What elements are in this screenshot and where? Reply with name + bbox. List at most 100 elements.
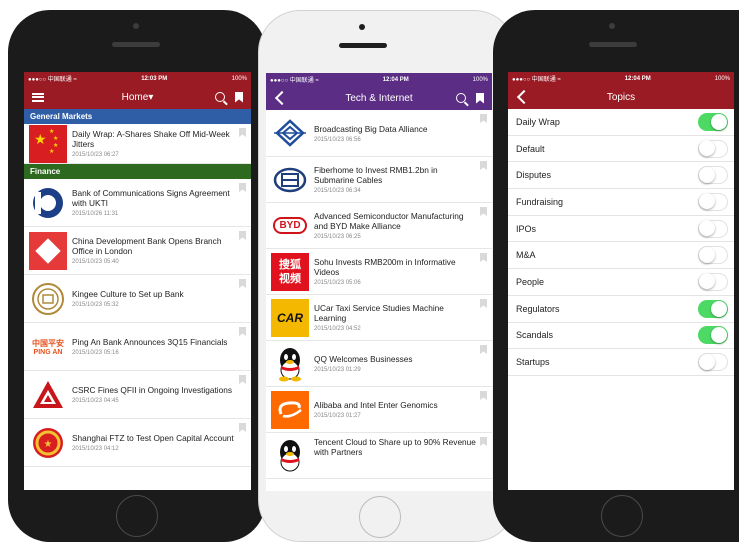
news-date: 2015/10/23 04:52 — [314, 326, 361, 332]
alibaba-logo-icon — [271, 390, 309, 429]
topic-label: Scandals — [516, 330, 554, 341]
topic-row[interactable]: Regulators — [508, 296, 734, 323]
status-bar: ●●●○○ 中国联通 ≈ 12:04 PM 100% — [508, 72, 734, 85]
home-button[interactable] — [601, 495, 643, 537]
news-title: Alibaba and Intel Enter Genomics — [314, 400, 438, 410]
topics-list: Daily Wrap Default Disputes Fundraising … — [508, 109, 734, 376]
list-item[interactable]: Broadcasting Big Data Alliance 2015/10/23… — [266, 110, 492, 157]
list-item[interactable]: CSRC Fines QFII in Ongoing Investigation… — [24, 371, 251, 419]
news-title: Bank of Communications Signs Agreement w… — [72, 188, 230, 208]
topic-row[interactable]: Startups — [508, 349, 734, 376]
page-title: Tech & Internet — [345, 92, 413, 104]
nav-bar: Tech & Internet — [266, 86, 492, 110]
home-button[interactable] — [116, 495, 158, 537]
search-icon[interactable] — [215, 92, 225, 102]
list-item[interactable]: ★ ★ ★ ★ ★ Daily Wrap: A-Shares Shake Off… — [24, 124, 251, 164]
qq-penguin-icon — [271, 345, 309, 383]
page-title: Topics — [606, 91, 636, 103]
news-date: 2015/10/26 11:31 — [72, 211, 119, 217]
toggle-knob — [699, 220, 715, 237]
bookmark-ribbon-icon[interactable] — [480, 391, 487, 400]
topic-toggle[interactable] — [698, 299, 728, 318]
topic-label: Regulators — [516, 303, 560, 314]
bookmark-ribbon-icon[interactable] — [480, 114, 487, 123]
bookmark-ribbon-icon[interactable] — [239, 279, 246, 288]
china-flag-icon: ★ ★ ★ ★ ★ — [29, 124, 67, 163]
toggle-knob — [699, 166, 715, 183]
earpiece-speaker — [112, 42, 160, 47]
news-date: 2015/10/23 06:34 — [314, 188, 361, 194]
list-item[interactable]: CAR UCar Taxi Service Studies Machine Le… — [266, 295, 492, 341]
bookmark-ribbon-icon[interactable] — [239, 327, 246, 336]
bookmark-ribbon-icon[interactable] — [239, 375, 246, 384]
news-date: 2015/10/23 01:27 — [314, 413, 361, 419]
topic-toggle[interactable] — [698, 353, 728, 372]
list-item[interactable]: 中国平安 PING AN Ping An Bank Announces 3Q15… — [24, 323, 251, 371]
news-title: Shanghai FTZ to Test Open Capital Accoun… — [72, 433, 234, 443]
topic-row[interactable]: IPOs — [508, 216, 734, 243]
status-bar: ●●●○○ 中国联通 ≈ 12:04 PM 100% — [266, 73, 492, 86]
news-date: 2015/10/23 06:56 — [314, 136, 361, 143]
list-item[interactable]: ★ Shanghai FTZ to Test Open Capital Acco… — [24, 419, 251, 467]
topic-label: Disputes — [516, 170, 552, 181]
sohu-video-logo-icon: 搜狐视频 — [271, 252, 309, 291]
home-button[interactable] — [359, 496, 401, 538]
list-item[interactable]: China Development Bank Opens Branch Offi… — [24, 227, 251, 275]
home-dropdown[interactable]: Home▾ — [122, 92, 154, 103]
earpiece-speaker — [589, 42, 637, 47]
broadcasting-alliance-logo-icon — [271, 114, 309, 152]
topic-toggle[interactable] — [698, 166, 728, 185]
search-icon[interactable] — [456, 93, 466, 103]
topic-toggle[interactable] — [698, 326, 728, 345]
topic-toggle[interactable] — [698, 219, 728, 238]
china-development-bank-logo-icon — [29, 231, 67, 270]
topic-label: Fundraising — [516, 196, 564, 207]
topic-label: IPOs — [516, 223, 537, 234]
topic-toggle[interactable] — [698, 272, 728, 291]
topic-toggle[interactable] — [698, 192, 728, 211]
news-title: UCar Taxi Service Studies Machine Learni… — [314, 303, 444, 323]
list-item[interactable]: Kingee Culture to Set up Bank 2015/10/23 … — [24, 275, 251, 323]
national-emblem-icon: ★ — [29, 424, 67, 462]
topic-row[interactable]: Scandals — [508, 323, 734, 350]
bookmark-ribbon-icon[interactable] — [239, 423, 246, 432]
news-title: Broadcasting Big Data Alliance — [314, 123, 428, 134]
bookmark-icon[interactable] — [476, 92, 484, 104]
topic-row[interactable]: Fundraising — [508, 189, 734, 216]
toggle-knob — [699, 273, 715, 290]
qq-penguin-icon — [271, 437, 309, 475]
back-chevron-icon[interactable] — [274, 90, 290, 106]
byd-logo-icon: BYD — [271, 207, 309, 245]
bookmark-ribbon-icon[interactable] — [480, 345, 487, 354]
kingee-culture-logo-icon — [29, 280, 67, 318]
topic-row[interactable]: Disputes — [508, 162, 734, 190]
menu-icon[interactable] — [32, 92, 44, 102]
list-item[interactable]: Bank of Communications Signs Agreement w… — [24, 179, 251, 227]
phone-frame-tech: ●●●○○ 中国联通 ≈ 12:04 PM 100% Tech & Intern… — [258, 10, 516, 542]
topic-row[interactable]: People — [508, 269, 734, 296]
list-item[interactable]: QQ Welcomes Businesses 2015/10/23 01:29 — [266, 341, 492, 387]
topic-toggle[interactable] — [698, 112, 728, 131]
list-item[interactable]: Alibaba and Intel Enter Genomics 2015/10/… — [266, 387, 492, 433]
list-item[interactable]: Fiberhome to Invest RMB1.2bn in Submarin… — [266, 157, 492, 203]
toggle-knob — [699, 193, 715, 210]
topic-toggle[interactable] — [698, 139, 728, 158]
csrc-logo-icon — [29, 376, 67, 414]
status-bar: ●●●○○ 中国联通 ≈ 12:03 PM 100% — [24, 72, 251, 85]
list-item[interactable]: Tencent Cloud to Share up to 90% Revenue… — [266, 433, 492, 479]
front-camera — [359, 24, 365, 30]
topic-row[interactable]: Default — [508, 136, 734, 163]
back-chevron-icon[interactable] — [516, 89, 532, 105]
clock: 12:04 PM — [382, 76, 409, 83]
list-item[interactable]: BYD Advanced Semiconductor Manufacturing… — [266, 203, 492, 249]
bookmark-icon[interactable] — [235, 91, 243, 103]
topic-row[interactable]: Daily Wrap — [508, 109, 734, 136]
topic-row[interactable]: M&A — [508, 242, 734, 270]
news-date: 2015/10/23 05:16 — [72, 350, 119, 356]
news-date: 2015/10/23 06:25 — [314, 234, 361, 240]
toggle-knob — [711, 300, 727, 317]
fiberhome-logo-icon — [271, 161, 309, 199]
front-camera — [133, 23, 139, 29]
topic-toggle[interactable] — [698, 246, 728, 265]
list-item[interactable]: 搜狐视频 Sohu Invests RMB200m in Informative… — [266, 249, 492, 295]
